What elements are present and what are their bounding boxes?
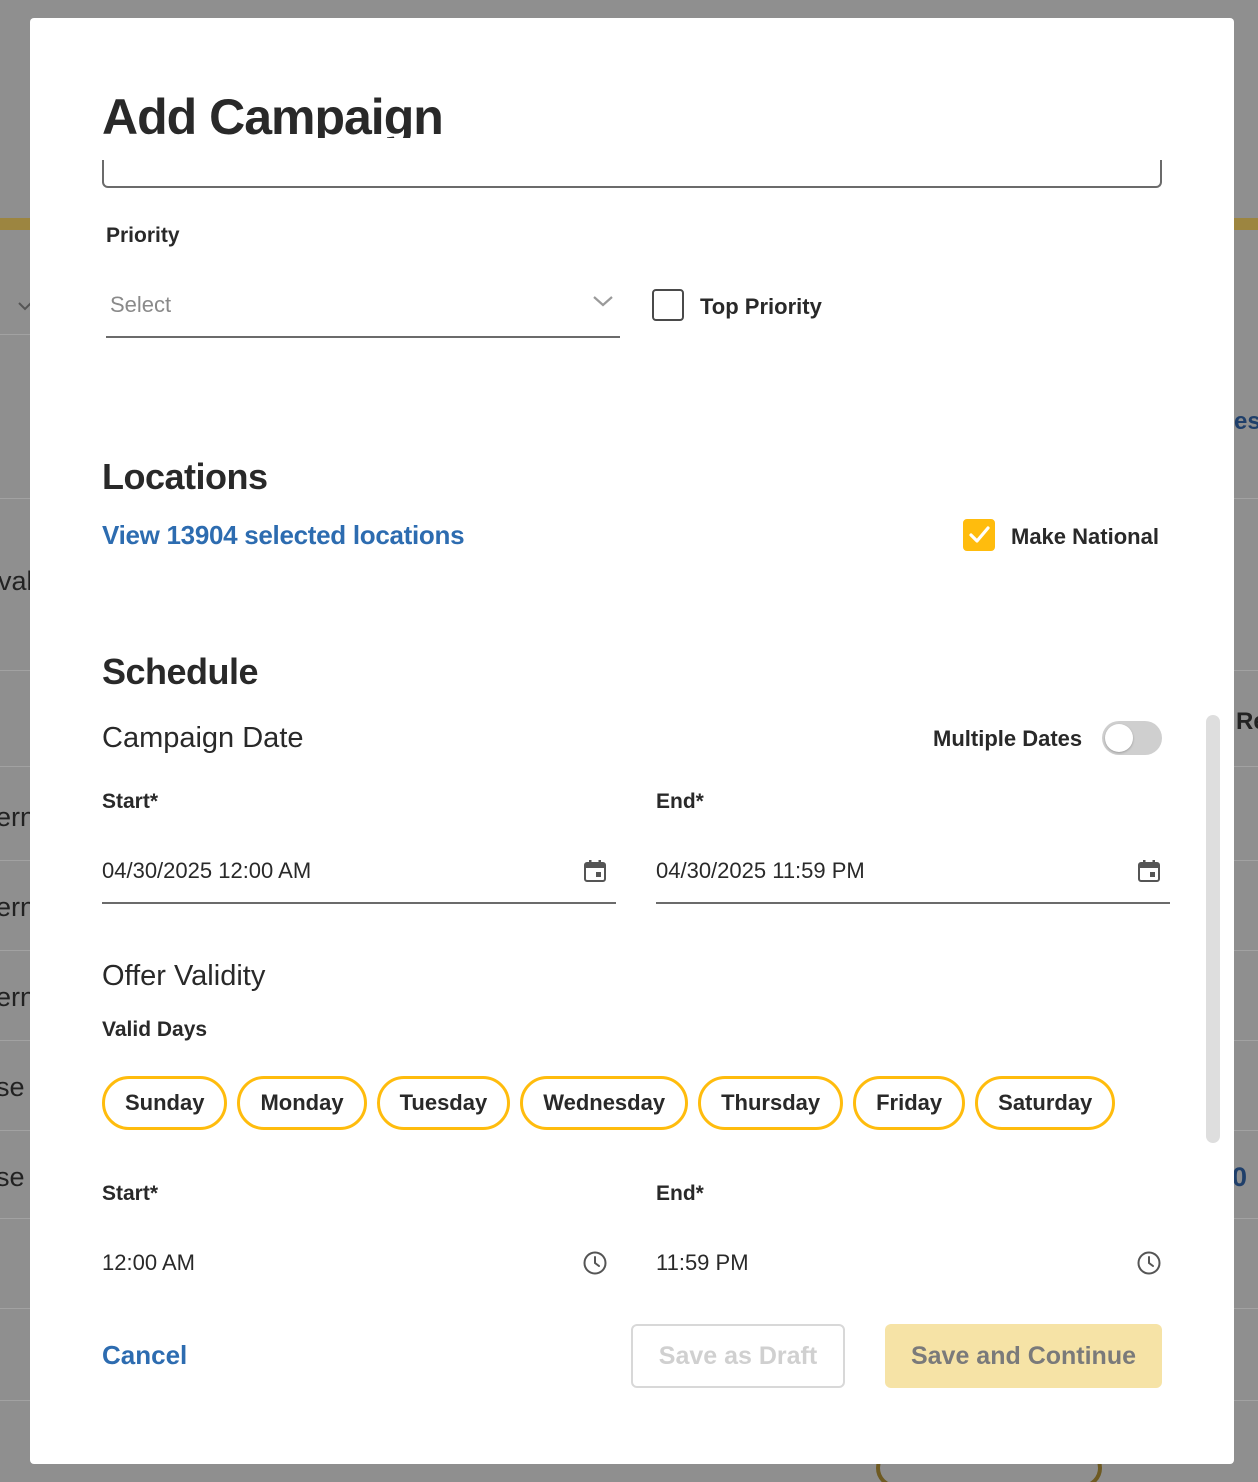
valid-days-group: Sunday Monday Tuesday Wednesday Thursday… bbox=[102, 1076, 1116, 1130]
multiple-dates-label: Multiple Dates bbox=[933, 726, 1083, 751]
modal-scrollbar[interactable] bbox=[1206, 715, 1220, 1143]
save-as-draft-button[interactable]: Save as Draft bbox=[631, 1324, 845, 1388]
start-time-label: Start* bbox=[102, 1182, 159, 1205]
day-chip-saturday[interactable]: Saturday bbox=[975, 1076, 1116, 1130]
calendar-icon[interactable] bbox=[1136, 858, 1162, 889]
locations-heading: Locations bbox=[102, 456, 268, 497]
background-divider bbox=[0, 334, 30, 335]
toggle-knob bbox=[1105, 724, 1133, 752]
background-fragment: val bbox=[0, 566, 33, 596]
end-time-value: 11:59 PM bbox=[656, 1250, 749, 1275]
priority-label: Priority bbox=[106, 224, 180, 247]
calendar-icon[interactable] bbox=[582, 858, 608, 889]
day-chip-monday[interactable]: Monday bbox=[237, 1076, 367, 1130]
day-chip-friday[interactable]: Friday bbox=[853, 1076, 966, 1130]
start-time-input[interactable]: 12:00 AM bbox=[102, 1230, 616, 1296]
checkmark-icon bbox=[969, 526, 990, 543]
make-national-label: Make National bbox=[1011, 524, 1159, 549]
background-fragment: est bbox=[1234, 408, 1258, 435]
top-priority-checkbox[interactable] bbox=[652, 289, 684, 321]
make-national-checkbox[interactable] bbox=[963, 519, 995, 551]
valid-days-label: Valid Days bbox=[102, 1018, 208, 1041]
priority-select[interactable]: Select bbox=[106, 280, 620, 338]
priority-select-value: Select bbox=[110, 292, 172, 317]
start-date-label: Start* bbox=[102, 790, 159, 813]
start-time-value: 12:00 AM bbox=[102, 1250, 195, 1275]
view-selected-locations-link[interactable]: View 13904 selected locations bbox=[102, 520, 465, 551]
offer-validity-label: Offer Validity bbox=[102, 960, 266, 992]
end-time-input[interactable]: 11:59 PM bbox=[656, 1230, 1170, 1296]
add-campaign-modal: Add Campaign Priority Select Top Priorit… bbox=[30, 18, 1234, 1464]
modal-title: Add Campaign bbox=[102, 89, 443, 138]
clock-icon[interactable] bbox=[582, 1250, 608, 1281]
end-time-label: End* bbox=[656, 1182, 704, 1205]
multiple-dates-toggle[interactable] bbox=[1102, 721, 1162, 755]
background-fragment: se bbox=[0, 1162, 25, 1192]
save-and-continue-button[interactable]: Save and Continue bbox=[885, 1324, 1162, 1388]
day-chip-tuesday[interactable]: Tuesday bbox=[376, 1076, 511, 1130]
description-field[interactable] bbox=[102, 160, 1162, 188]
schedule-heading: Schedule bbox=[102, 651, 259, 692]
day-chip-sunday[interactable]: Sunday bbox=[102, 1076, 228, 1130]
end-date-input[interactable]: 04/30/2025 11:59 PM bbox=[656, 838, 1170, 904]
day-chip-thursday[interactable]: Thursday bbox=[698, 1076, 844, 1130]
chevron-down-icon bbox=[592, 294, 614, 313]
cancel-button[interactable]: Cancel bbox=[102, 1340, 187, 1371]
end-date-value: 04/30/2025 11:59 PM bbox=[656, 858, 865, 883]
day-chip-wednesday[interactable]: Wednesday bbox=[520, 1076, 689, 1130]
clock-icon[interactable] bbox=[1136, 1250, 1162, 1281]
top-priority-label: Top Priority bbox=[700, 294, 822, 319]
end-date-label: End* bbox=[656, 790, 704, 813]
background-fragment: Re bbox=[1236, 708, 1258, 735]
background-fragment: se bbox=[0, 1072, 25, 1102]
campaign-date-label: Campaign Date bbox=[102, 722, 304, 754]
start-date-input[interactable]: 04/30/2025 12:00 AM bbox=[102, 838, 616, 904]
start-date-value: 04/30/2025 12:00 AM bbox=[102, 858, 312, 883]
background-fragment: 0 bbox=[1232, 1162, 1248, 1192]
